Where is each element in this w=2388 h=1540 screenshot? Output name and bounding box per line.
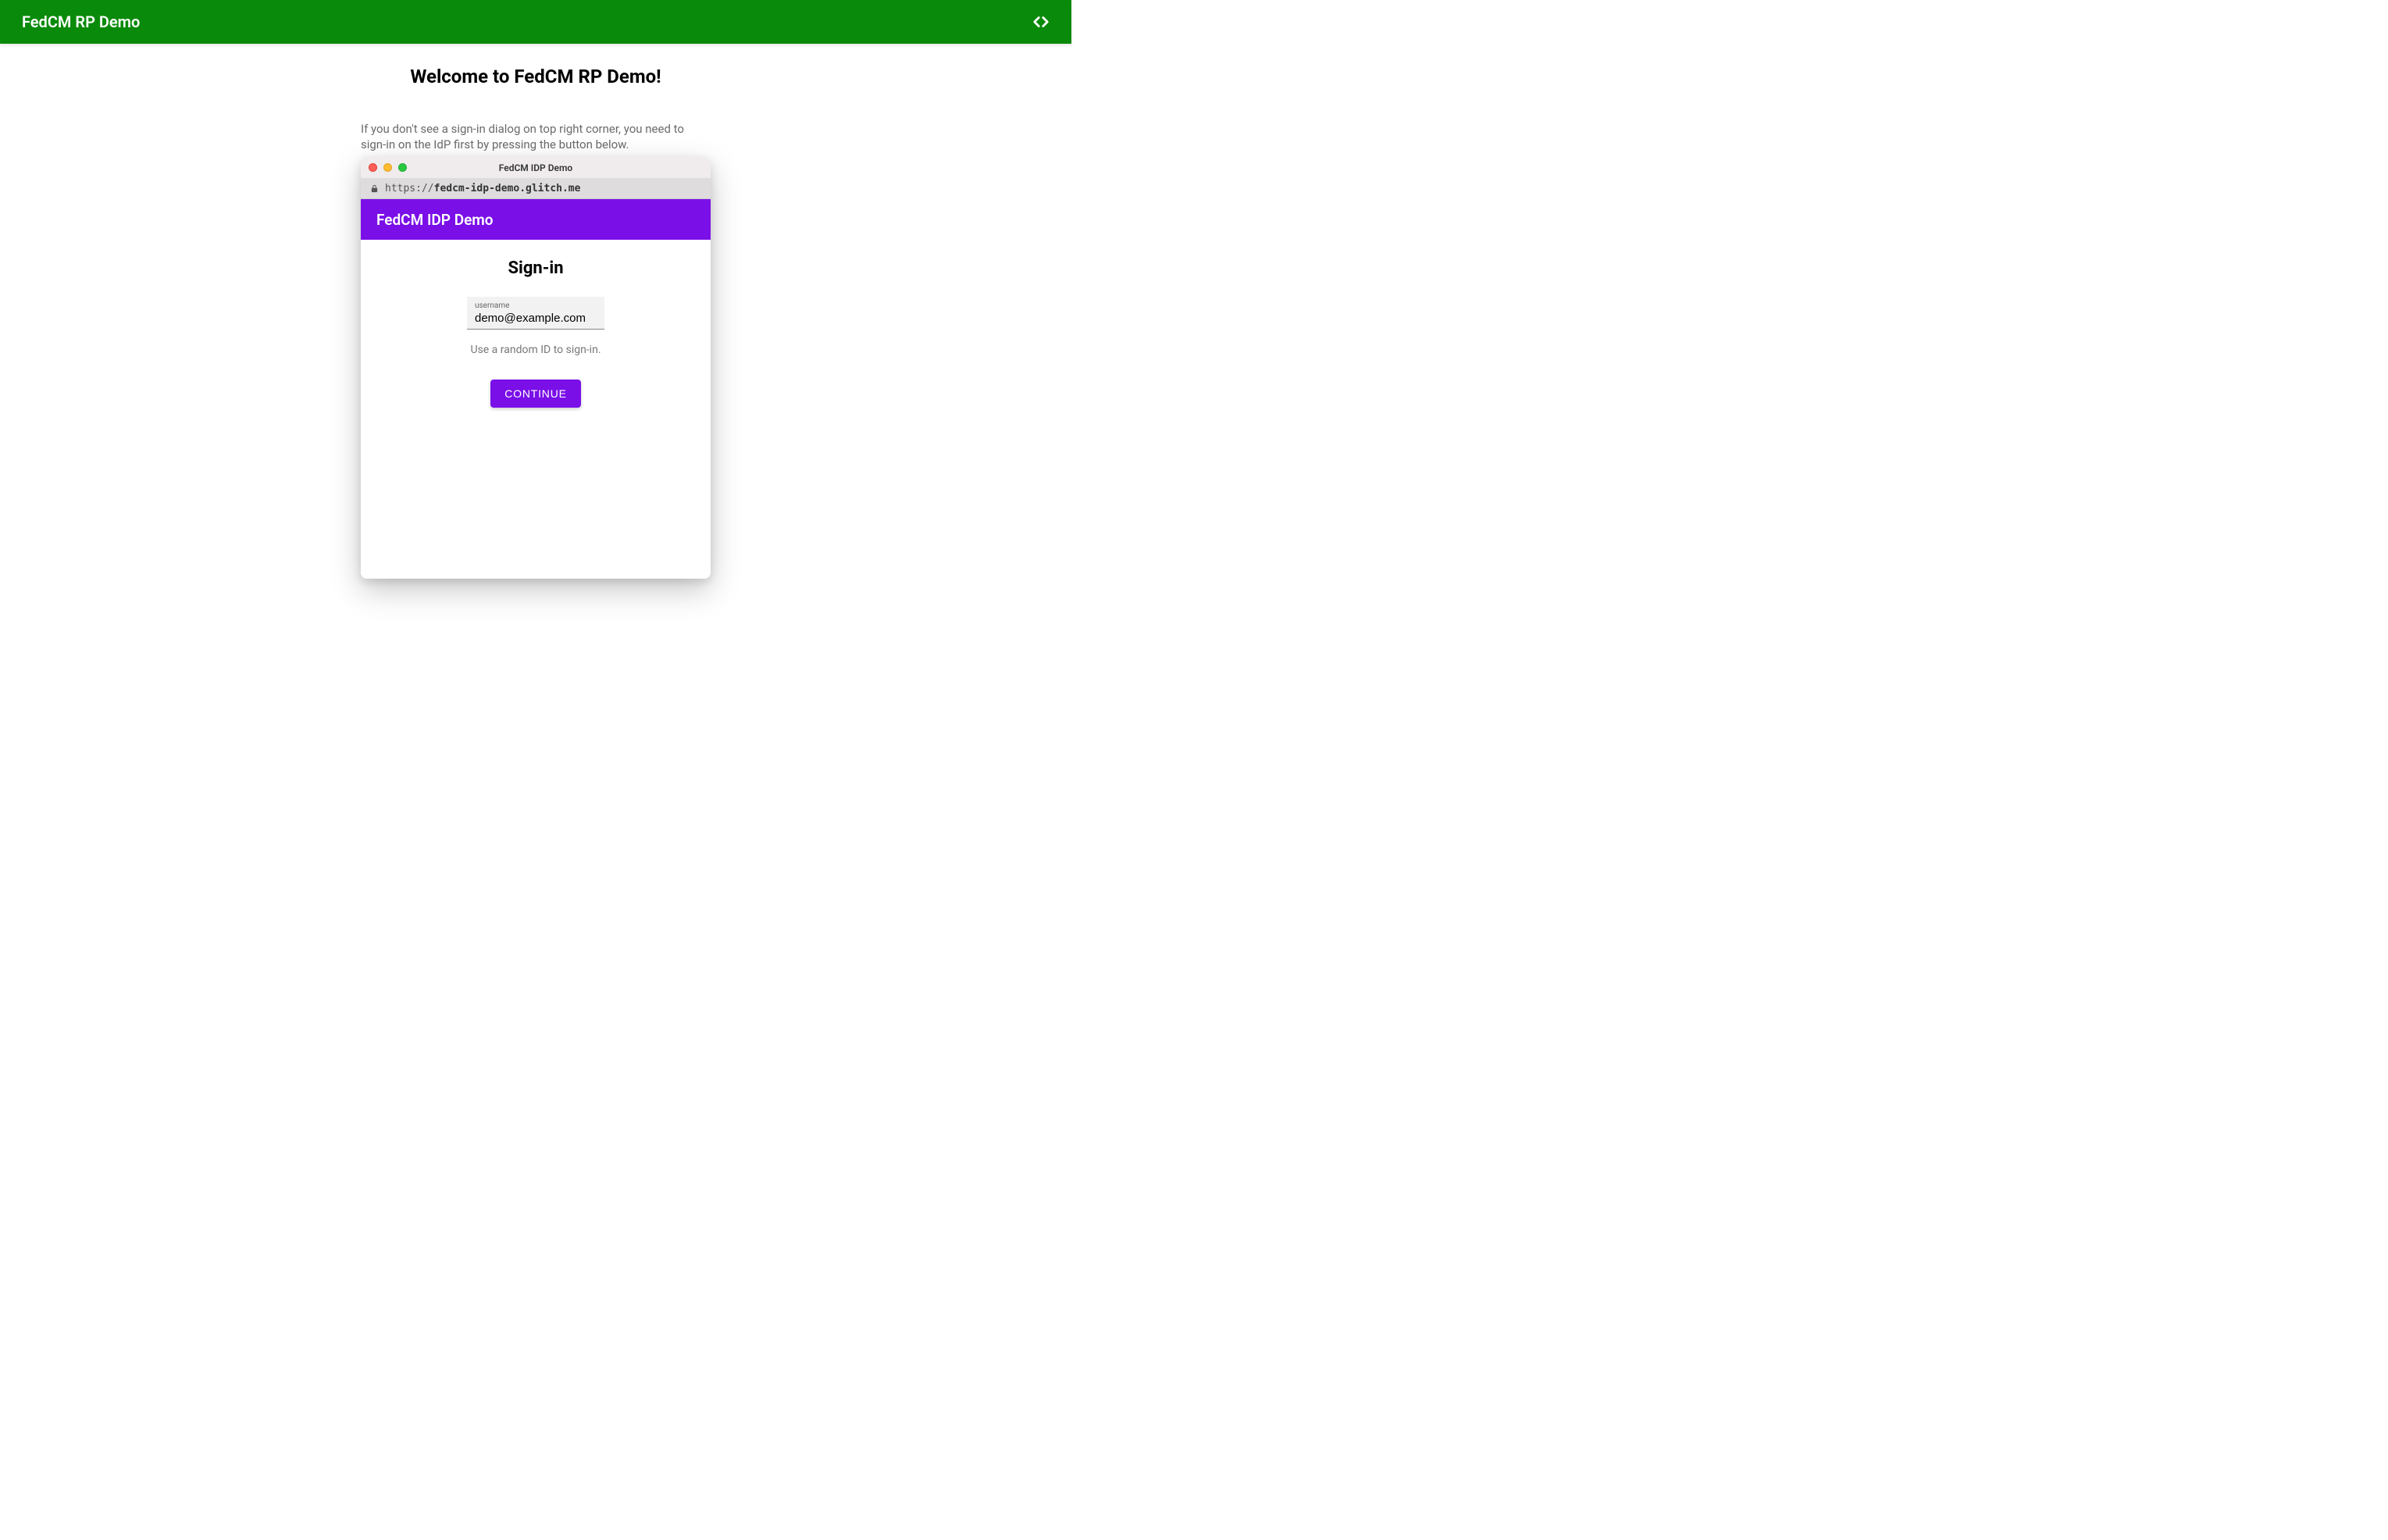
url-host: fedcm-idp-demo.glitch.me [434, 183, 581, 194]
signin-heading: Sign-in [508, 258, 563, 278]
window-maximize-button[interactable] [398, 163, 407, 172]
window-controls [369, 163, 407, 172]
embedded-window: FedCM IDP Demo https://fedcm-idp-demo.gl… [361, 157, 711, 579]
continue-button[interactable]: Continue [490, 380, 581, 408]
hint-text: Use a random ID to sign-in. [470, 344, 601, 356]
main-content: Welcome to FedCM RP Demo! If you don't s… [0, 44, 1071, 579]
username-label: username [475, 301, 597, 310]
window-minimize-button[interactable] [383, 163, 392, 172]
username-input[interactable] [475, 311, 597, 326]
lock-icon [370, 184, 379, 193]
app-title: FedCM RP Demo [22, 12, 140, 31]
url-bar[interactable]: https://fedcm-idp-demo.glitch.me [361, 179, 711, 199]
app-topbar: FedCM RP Demo [0, 0, 1071, 44]
idp-header-title: FedCM IDP Demo [376, 211, 494, 229]
username-field[interactable]: username [467, 297, 604, 330]
url-text: https://fedcm-idp-demo.glitch.me [385, 183, 580, 194]
window-titlebar: FedCM IDP Demo [361, 157, 711, 179]
url-protocol: https:// [385, 183, 434, 194]
window-title: FedCM IDP Demo [499, 162, 572, 173]
code-icon[interactable] [1032, 13, 1050, 30]
page-title: Welcome to FedCM RP Demo! [410, 66, 661, 87]
idp-body: Sign-in username Use a random ID to sign… [361, 240, 711, 579]
window-close-button[interactable] [369, 163, 377, 172]
intro-text: If you don't see a sign-in dialog on top… [361, 122, 711, 152]
idp-header: FedCM IDP Demo [361, 199, 711, 240]
